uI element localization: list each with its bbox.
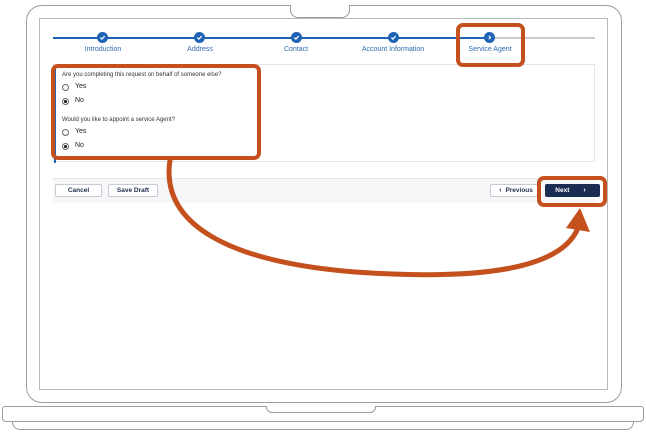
annotation-arrowhead [566,208,590,232]
annotation-curved-arrow-icon [166,157,590,278]
